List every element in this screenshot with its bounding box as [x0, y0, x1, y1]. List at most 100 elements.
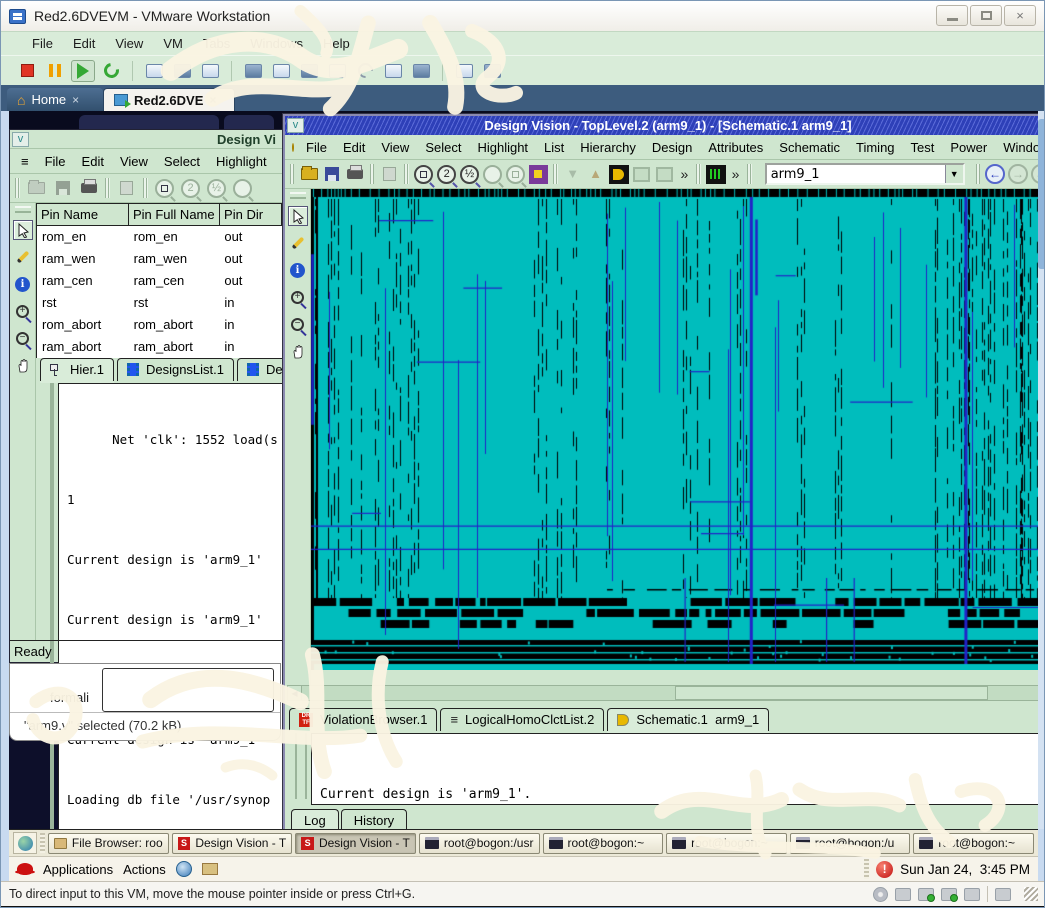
properties-button[interactable] — [379, 163, 399, 186]
descend-button[interactable]: ▼ — [563, 163, 583, 186]
main-menu-file[interactable]: File — [299, 138, 334, 157]
menu-help[interactable]: Help — [314, 34, 359, 53]
ascend-button[interactable]: ▲ — [586, 163, 606, 186]
table-row[interactable]: rom_abortrom_abortin — [37, 314, 282, 336]
left-menu-select[interactable]: Select — [157, 152, 207, 171]
left-menu-view[interactable]: View — [113, 152, 155, 171]
splitter-handle[interactable] — [295, 733, 307, 799]
info-tool-button[interactable]: i — [13, 274, 33, 294]
scrollbar-thumb[interactable] — [1038, 119, 1045, 269]
resize-grip[interactable] — [1024, 887, 1038, 901]
zoom-in-tool-button[interactable]: + — [13, 301, 33, 321]
main-menu-power[interactable]: Power — [943, 138, 994, 157]
pan-tool-button[interactable] — [13, 355, 33, 375]
quick-switch-button[interactable] — [297, 60, 321, 82]
draw-tool-button[interactable] — [13, 247, 33, 267]
tab-vm-red26dvevm[interactable]: Red2.6DVE × — [103, 88, 235, 111]
tab-hier[interactable]: Hier.1 — [40, 358, 114, 381]
tab-log[interactable]: Log — [291, 809, 339, 831]
menu-view[interactable]: View — [106, 34, 152, 53]
main-dv-titlebar[interactable]: v Design Vision - TopLevel.2 (arm9_1) - … — [285, 116, 1038, 135]
snapshot-manager-button[interactable] — [198, 60, 222, 82]
save-button[interactable] — [51, 177, 74, 200]
viewport-vertical-scrollbar[interactable] — [1038, 111, 1045, 829]
home-tab-close-icon[interactable]: × — [72, 93, 79, 107]
column-header-pin-dir[interactable]: Pin Dir — [219, 203, 282, 226]
window-menu-icon[interactable]: v — [12, 132, 29, 147]
overflow-icon[interactable]: » — [677, 166, 691, 182]
power-on-button[interactable] — [71, 60, 95, 82]
print-button[interactable] — [77, 177, 100, 200]
overflow-icon[interactable]: » — [729, 166, 743, 182]
left-menu-edit[interactable]: Edit — [75, 152, 111, 171]
main-menu-list[interactable]: List — [537, 138, 571, 157]
fit-view-button[interactable] — [528, 163, 548, 186]
draw-tool-button[interactable] — [288, 233, 308, 253]
capture-movie-button[interactable] — [409, 60, 433, 82]
fullscreen-button[interactable] — [325, 60, 349, 82]
zoom-half-button[interactable]: ½ — [460, 163, 480, 186]
main-log-output[interactable]: Current design is 'arm9_1'. design_visio… — [311, 733, 1038, 805]
nav-forward-button[interactable]: → — [1008, 163, 1028, 186]
menu-file[interactable]: File — [23, 34, 62, 53]
main-menu-design[interactable]: Design — [645, 138, 699, 157]
show-sidebar-button[interactable] — [241, 60, 265, 82]
main-menu-select[interactable]: Select — [418, 138, 468, 157]
table-row[interactable]: ram_cenram_cenout — [37, 270, 282, 292]
taskbar-button-terminal-4[interactable]: root@bogon:/u — [790, 833, 911, 854]
select-tool-button[interactable] — [288, 206, 308, 226]
taskbar-button-terminal-2[interactable]: root@bogon:~ — [543, 833, 664, 854]
tab-designslist[interactable]: DesignsList.1 — [117, 358, 234, 381]
taskbar-button-design-vision-2[interactable]: SDesign Vision - T — [295, 833, 416, 854]
vm-tab-close-icon[interactable]: × — [209, 93, 216, 107]
table-row[interactable]: rom_enrom_enout — [37, 226, 282, 248]
alert-icon[interactable]: ! — [876, 861, 893, 878]
properties-button[interactable] — [115, 177, 138, 200]
io-view-button[interactable] — [655, 163, 675, 186]
waveform-button[interactable] — [706, 163, 726, 186]
zoom-full-button[interactable] — [505, 163, 525, 186]
usb-icon[interactable] — [964, 888, 980, 901]
dropdown-icon[interactable]: ▼ — [945, 165, 963, 183]
window-menu-icon[interactable]: v — [287, 118, 304, 133]
power-off-button[interactable] — [15, 60, 39, 82]
toolstrip-handle[interactable] — [15, 206, 31, 213]
pan-view-button[interactable] — [483, 163, 503, 186]
applications-menu[interactable]: Applications — [43, 862, 113, 877]
tab-home[interactable]: ⌂ Home × — [7, 88, 103, 111]
suspend-button[interactable] — [43, 60, 67, 82]
left-menu-file[interactable]: File — [38, 152, 73, 171]
snapshot-revert-button[interactable] — [170, 60, 194, 82]
launcher-button[interactable] — [13, 832, 37, 854]
dc-shell-terminal[interactable]: Initializing... dc_shel > — [102, 668, 274, 712]
main-menu-window[interactable]: Window — [996, 138, 1038, 157]
network-icon[interactable] — [918, 888, 934, 901]
taskbar-button-file-browser[interactable]: File Browser: roo — [48, 833, 169, 854]
column-header-pin-name[interactable]: Pin Name — [36, 203, 128, 226]
taskbar-button-terminal-1[interactable]: root@bogon:/usr — [419, 833, 540, 854]
summary-button[interactable] — [480, 60, 504, 82]
select-tool-button[interactable] — [13, 220, 33, 240]
menu-vm[interactable]: VM — [154, 34, 192, 53]
main-menu-hierarchy[interactable]: Hierarchy — [573, 138, 643, 157]
print-button[interactable] — [345, 163, 365, 186]
save-button[interactable] — [322, 163, 342, 186]
main-menu-schematic[interactable]: Schematic — [772, 138, 847, 157]
settings-button[interactable] — [452, 60, 476, 82]
tab-history[interactable]: History — [341, 809, 407, 831]
pan-tool-button[interactable] — [288, 341, 308, 361]
menu-edit[interactable]: Edit — [64, 34, 104, 53]
table-row[interactable]: ram_wenram_wenout — [37, 248, 282, 270]
schematic-canvas[interactable] — [311, 189, 1038, 670]
design-selector-input[interactable] — [767, 165, 945, 183]
design-selector-combo[interactable]: ▼ — [765, 163, 965, 185]
maximize-button[interactable] — [970, 5, 1002, 26]
scroll-left-icon[interactable]: ◀ — [288, 686, 302, 700]
redhat-menu-icon[interactable] — [17, 863, 33, 875]
panel-handle[interactable] — [864, 859, 869, 879]
capture-screen-button[interactable] — [381, 60, 405, 82]
web-browser-icon[interactable] — [176, 861, 192, 877]
table-row[interactable]: ram_abortram_abortin — [37, 336, 282, 358]
table-row[interactable]: rstrstin — [37, 292, 282, 314]
reset-button[interactable] — [99, 60, 123, 82]
